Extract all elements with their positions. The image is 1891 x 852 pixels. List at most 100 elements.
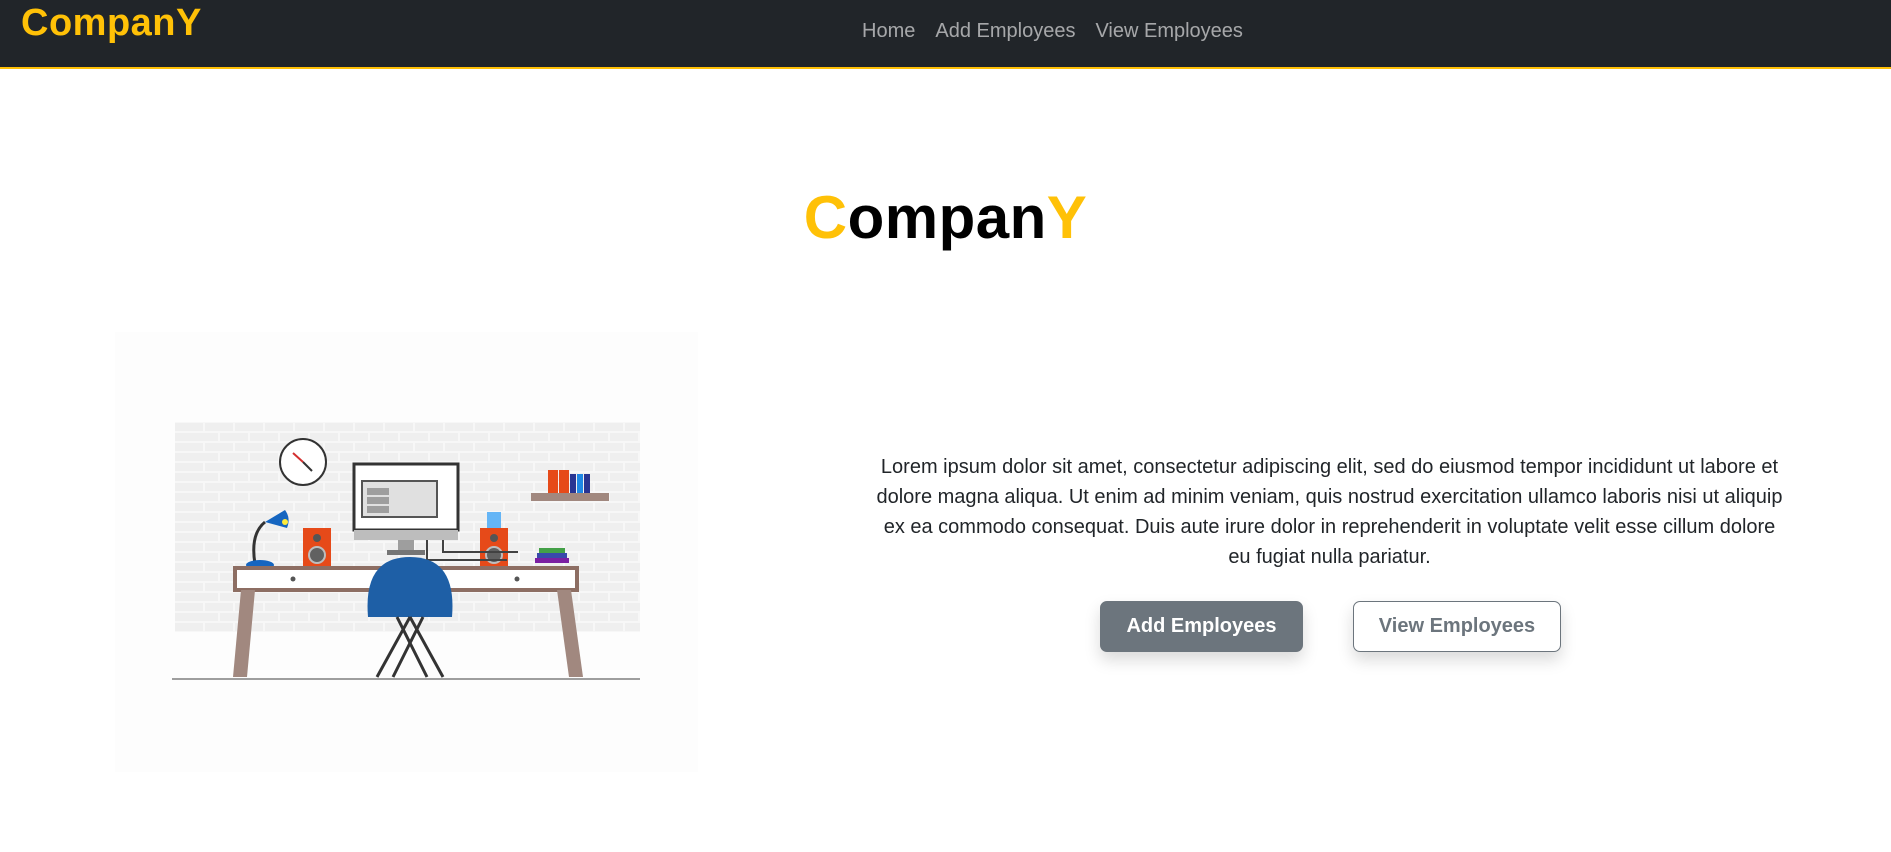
brick [175,603,203,611]
brick [535,523,563,531]
brick [310,613,338,621]
brick [190,473,218,481]
brick [265,603,293,611]
brick [190,453,218,461]
brick [475,503,503,511]
brick [250,493,278,501]
brick [550,533,578,541]
nav-link-add-employees[interactable]: Add Employees [935,20,1075,43]
nav-link-view-employees[interactable]: View Employees [1095,20,1242,43]
brick [265,623,293,631]
brick [565,523,593,531]
brick [205,623,233,631]
brick [445,543,473,551]
brick [355,443,383,451]
brick [595,463,623,471]
brick [520,473,548,481]
brick [220,453,248,461]
brick [430,433,458,441]
brick [625,503,640,511]
brick [190,613,218,621]
brick [625,443,640,451]
brick [265,503,293,511]
brick [610,573,638,581]
brick [295,423,323,431]
brick [610,433,638,441]
brick [610,533,638,541]
brick [460,613,488,621]
brick [520,613,548,621]
brick [205,583,233,591]
brick [280,613,308,621]
brick [535,443,563,451]
brick [175,623,203,631]
brick [400,453,428,461]
brick [610,553,638,561]
brick [205,503,233,511]
brick [610,493,638,501]
hero-title-middle: ompan [847,184,1047,251]
brick [460,453,488,461]
brick [280,493,308,501]
hero-title-last-letter: Y [1046,184,1088,251]
brick [580,553,608,561]
brick [505,423,533,431]
brick [190,553,218,561]
brick [520,453,548,461]
brick [355,423,383,431]
brick [175,583,203,591]
brick [580,513,608,521]
brick [175,503,203,511]
brick [175,543,203,551]
brick [595,443,623,451]
navbar: CompanY Home Add Employees View Employee… [0,0,1891,69]
brick [445,443,473,451]
brick [385,443,413,451]
hero-description: Lorem ipsum dolor sit amet, consectetur … [876,456,1783,568]
brick [550,513,578,521]
brick [625,543,640,551]
book-stack-icon [535,548,569,563]
brick [235,423,263,431]
brick [490,493,518,501]
brick [325,483,353,491]
brick [625,563,640,571]
brick [250,613,278,621]
brick [535,623,563,631]
brick [250,453,278,461]
brick [550,433,578,441]
brick [325,503,353,511]
illustration-svg [172,422,640,680]
brick [175,443,203,451]
brick [265,483,293,491]
brick [205,423,233,431]
add-employees-button[interactable]: Add Employees [1100,601,1303,652]
brick [235,483,263,491]
brick [220,513,248,521]
brick [490,473,518,481]
brick [625,483,640,491]
brick [340,613,368,621]
brick [505,443,533,451]
brick [205,563,233,571]
brick [505,603,533,611]
brick [220,433,248,441]
brick [310,513,338,521]
brick [505,623,533,631]
brick [205,523,233,531]
brick [205,483,233,491]
brand-logo[interactable]: CompanY [21,2,202,45]
nav-link-home[interactable]: Home [862,20,915,43]
brick [595,483,623,491]
brick [235,443,263,451]
brick [220,473,248,481]
brick [490,433,518,441]
brick [355,623,383,631]
brick [580,453,608,461]
brick [565,543,593,551]
view-employees-button[interactable]: View Employees [1353,601,1561,652]
brick [595,583,623,591]
brick [595,603,623,611]
brick [580,433,608,441]
brick [535,463,563,471]
